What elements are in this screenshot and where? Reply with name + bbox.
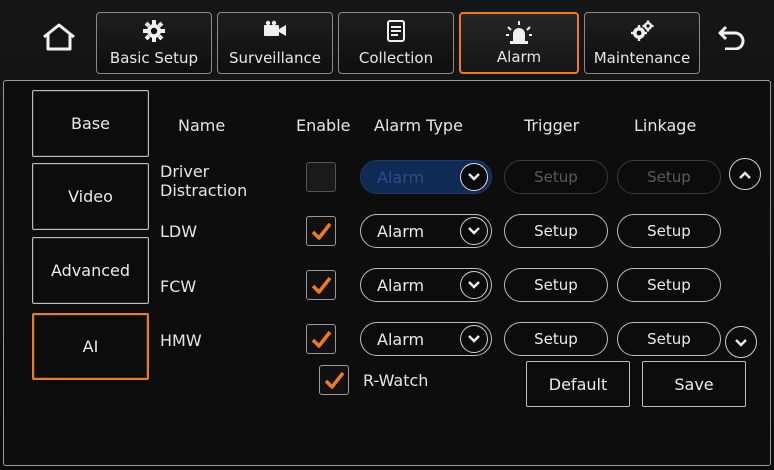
enable-checkbox-driver-distraction[interactable] <box>306 162 336 192</box>
trigger-setup-label: Setup <box>534 276 578 294</box>
checkmark-icon <box>310 221 332 241</box>
row-label-hmw: HMW <box>160 331 202 350</box>
chevron-down-icon <box>460 217 488 245</box>
tab-alarm-label: Alarm <box>496 48 542 66</box>
back-button[interactable] <box>704 14 760 64</box>
tab-surveillance[interactable]: Surveillance <box>217 12 333 74</box>
alarm-type-value: Alarm <box>377 329 425 349</box>
trigger-setup-button-ldw[interactable]: Setup <box>504 214 608 248</box>
checkmark-icon <box>323 370 345 390</box>
alarm-type-select-hmw[interactable]: Alarm <box>360 322 492 356</box>
tab-basic-setup[interactable]: Basic Setup <box>96 12 212 74</box>
enable-checkbox-ldw[interactable] <box>306 216 336 246</box>
default-button-label: Default <box>548 374 608 394</box>
document-icon <box>386 20 406 46</box>
enable-checkbox-fcw[interactable] <box>306 270 336 300</box>
chevron-down-icon <box>460 271 488 299</box>
row-label-fcw: FCW <box>160 277 197 296</box>
side-item-advanced[interactable]: Advanced <box>32 237 149 304</box>
enable-checkbox-hmw[interactable] <box>306 324 336 354</box>
column-header-alarm-type: Alarm Type <box>374 116 463 135</box>
save-button[interactable]: Save <box>642 361 746 407</box>
save-button-label: Save <box>674 374 714 394</box>
default-button[interactable]: Default <box>526 361 630 407</box>
trigger-setup-label: Setup <box>534 168 578 186</box>
scroll-up-button[interactable] <box>729 158 761 190</box>
linkage-setup-label: Setup <box>647 330 691 348</box>
r-watch-label: R-Watch <box>363 371 429 390</box>
linkage-setup-button-hmw[interactable]: Setup <box>617 322 721 356</box>
alarm-light-icon <box>506 21 532 49</box>
tab-maintenance-label: Maintenance <box>593 49 691 67</box>
tab-collection[interactable]: Collection <box>338 12 454 74</box>
chevron-up-icon <box>738 165 752 184</box>
side-item-label: Base <box>71 114 110 133</box>
linkage-setup-button-ldw[interactable]: Setup <box>617 214 721 248</box>
tab-surveillance-label: Surveillance <box>229 49 321 67</box>
scroll-down-button[interactable] <box>725 326 757 358</box>
trigger-setup-label: Setup <box>534 222 578 240</box>
alarm-type-value: Alarm <box>377 275 425 295</box>
alarm-type-select-driver-distraction[interactable]: Alarm <box>360 160 492 194</box>
gear-icon <box>143 20 165 46</box>
side-item-ai[interactable]: AI <box>32 313 149 380</box>
side-item-base[interactable]: Base <box>32 90 149 157</box>
chevron-down-icon <box>460 325 488 353</box>
chevron-down-icon <box>734 333 748 352</box>
linkage-setup-button-driver-distraction[interactable]: Setup <box>617 160 721 194</box>
alarm-type-select-fcw[interactable]: Alarm <box>360 268 492 302</box>
checkmark-icon <box>310 329 332 349</box>
linkage-setup-label: Setup <box>647 276 691 294</box>
side-item-label: AI <box>82 337 99 356</box>
alarm-type-select-ldw[interactable]: Alarm <box>360 214 492 248</box>
row-label-ldw: LDW <box>160 222 198 241</box>
r-watch-checkbox[interactable] <box>319 365 349 395</box>
camera-icon <box>263 20 287 44</box>
column-header-enable: Enable <box>296 116 351 135</box>
tab-collection-label: Collection <box>358 49 434 67</box>
side-item-video[interactable]: Video <box>32 163 149 230</box>
chevron-down-icon <box>460 163 488 191</box>
row-label-driver-distraction: Driver Distraction <box>160 162 248 200</box>
trigger-setup-label: Setup <box>534 330 578 348</box>
trigger-setup-button-fcw[interactable]: Setup <box>504 268 608 302</box>
tab-basic-setup-label: Basic Setup <box>109 49 199 67</box>
home-icon <box>41 22 77 56</box>
column-header-linkage: Linkage <box>634 116 697 135</box>
alarm-settings-screen: Basic Setup Surveillance Collection Alar… <box>0 0 774 470</box>
side-item-label: Video <box>68 187 113 206</box>
alarm-type-value: Alarm <box>377 221 425 241</box>
back-arrow-icon <box>717 24 747 54</box>
gears-icon <box>630 20 654 46</box>
home-button[interactable] <box>26 14 92 64</box>
column-header-name: Name <box>178 116 226 135</box>
tab-alarm[interactable]: Alarm <box>459 12 579 74</box>
checkmark-icon <box>310 275 332 295</box>
alarm-type-value: Alarm <box>377 167 425 187</box>
tab-maintenance[interactable]: Maintenance <box>584 12 700 74</box>
column-header-trigger: Trigger <box>524 116 580 135</box>
top-navigation-bar: Basic Setup Surveillance Collection Alar… <box>0 0 774 80</box>
linkage-setup-button-fcw[interactable]: Setup <box>617 268 721 302</box>
side-item-label: Advanced <box>50 261 131 280</box>
trigger-setup-button-driver-distraction[interactable]: Setup <box>504 160 608 194</box>
linkage-setup-label: Setup <box>647 222 691 240</box>
linkage-setup-label: Setup <box>647 168 691 186</box>
trigger-setup-button-hmw[interactable]: Setup <box>504 322 608 356</box>
